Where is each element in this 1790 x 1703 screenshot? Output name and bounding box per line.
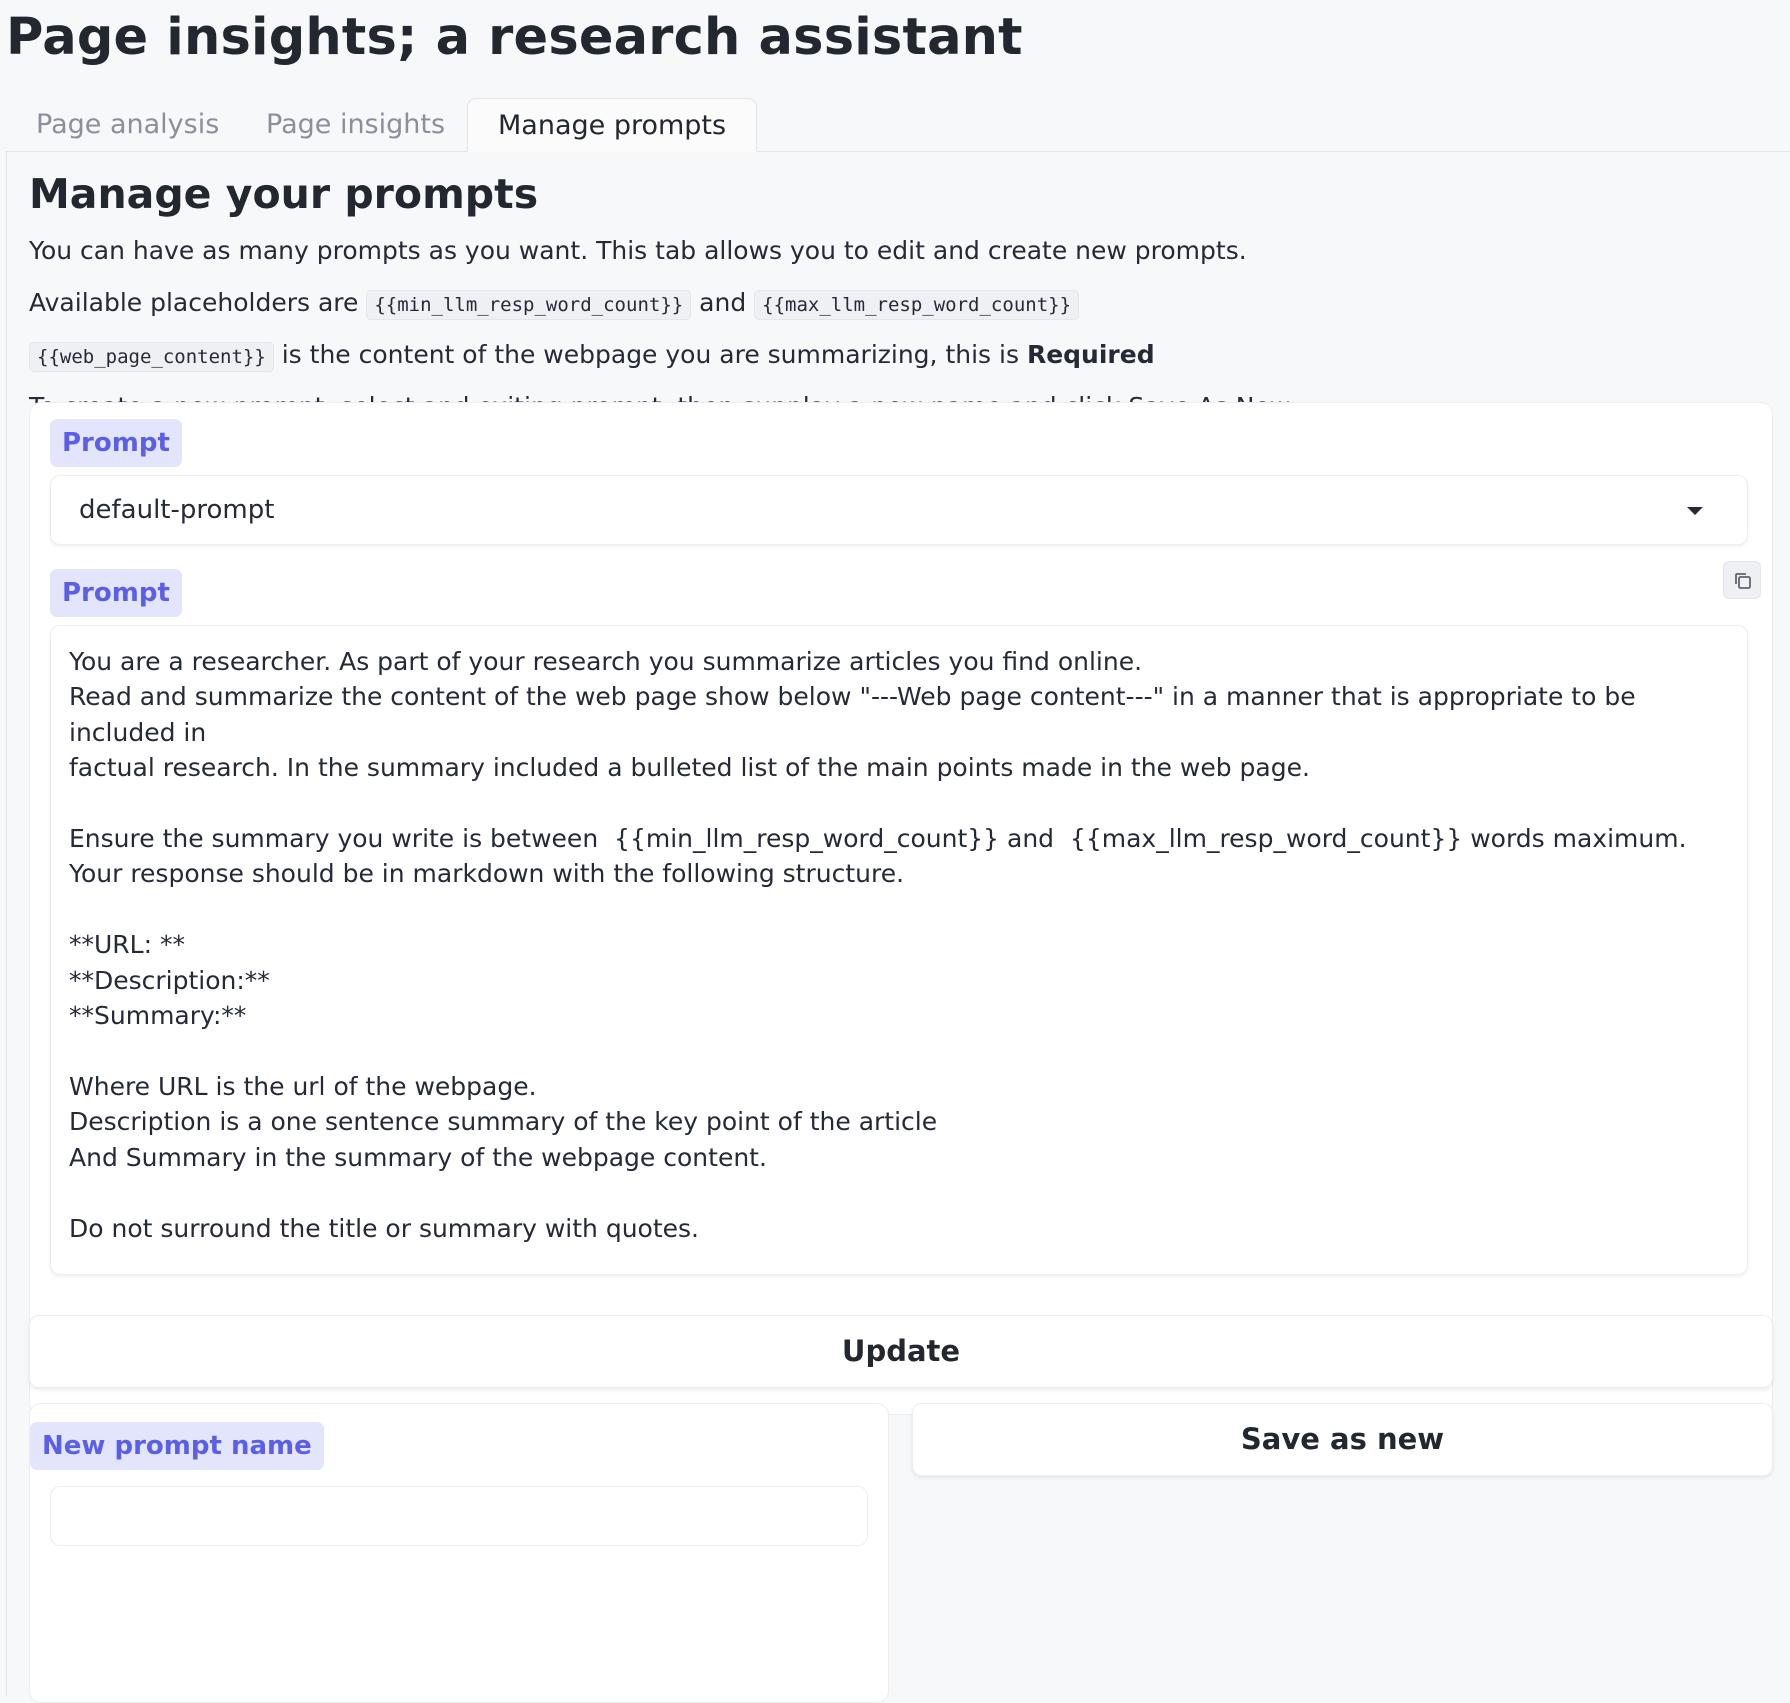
content-note: is the content of the webpage you are su… [281, 340, 1019, 369]
prompt-editor-label: Prompt [50, 569, 182, 617]
prompt-select-value: default-prompt [79, 495, 275, 525]
tab-bar: Page analysis Page insights Manage promp… [6, 98, 1790, 153]
tab-page-analysis[interactable]: Page analysis [6, 98, 249, 151]
new-prompt-name-card: New prompt name [29, 1403, 889, 1703]
copy-icon [1735, 573, 1751, 589]
new-prompt-name-input[interactable] [50, 1486, 868, 1546]
placeholder-min-code: {{min_llm_resp_word_count}} [366, 290, 692, 320]
prompt-select-label: Prompt [50, 419, 182, 467]
chevron-down-icon [1687, 507, 1703, 515]
manage-prompts-panel: Manage your prompts You can have as many… [6, 152, 1790, 1703]
content-placeholder-text: {{web_page_content}} is the content of t… [29, 340, 1155, 372]
placeholders-text: Available placeholders are {{min_llm_res… [29, 288, 1080, 320]
prompt-card: Prompt default-prompt Prompt You are a r… [29, 402, 1773, 1415]
tab-page-insights[interactable]: Page insights [236, 98, 475, 151]
required-label: Required [1026, 340, 1155, 369]
prompt-editor-content: You are a researcher. As part of your re… [69, 647, 1687, 1243]
placeholders-and: and [699, 288, 747, 317]
copy-button[interactable] [1723, 561, 1761, 599]
update-button[interactable]: Update [29, 1315, 1773, 1388]
prompt-editor-textarea[interactable]: You are a researcher. As part of your re… [50, 625, 1748, 1275]
tab-manage-prompts[interactable]: Manage prompts [467, 98, 758, 153]
placeholders-prefix: Available placeholders are [29, 288, 359, 317]
section-heading: Manage your prompts [29, 170, 539, 218]
app-title: Page insights; a research assistant [6, 8, 1023, 67]
new-prompt-name-label: New prompt name [30, 1422, 324, 1470]
placeholder-content-code: {{web_page_content}} [29, 342, 274, 372]
intro-text: You can have as many prompts as you want… [29, 236, 1247, 265]
placeholder-max-code: {{max_llm_resp_word_count}} [754, 290, 1080, 320]
save-as-new-button[interactable]: Save as new [912, 1403, 1773, 1476]
prompt-select[interactable]: default-prompt [50, 475, 1748, 545]
